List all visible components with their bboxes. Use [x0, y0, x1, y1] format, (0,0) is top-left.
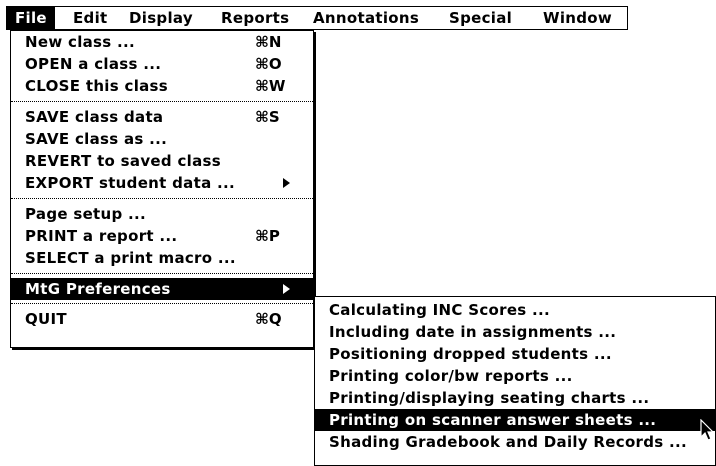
submenu-item-printing-color-bw[interactable]: Printing color/bw reports ...	[315, 365, 715, 387]
menu-item-label: Printing on scanner answer sheets ...	[329, 411, 657, 429]
menu-item-label: OPEN a class ...	[25, 55, 162, 73]
menu-item-print-report[interactable]: PRINT a report ... ⌘P	[11, 225, 313, 247]
file-menu-dropdown: New class ... ⌘N OPEN a class ... ⌘O CLO…	[10, 30, 314, 348]
submenu-item-seating-charts[interactable]: Printing/displaying seating charts ...	[315, 387, 715, 409]
menu-item-select-print-macro[interactable]: SELECT a print macro ...	[11, 247, 313, 269]
submenu-item-scanner-answer-sheets[interactable]: Printing on scanner answer sheets ...	[315, 409, 715, 431]
menu-item-label: SAVE class as ...	[25, 130, 168, 148]
menu-item-label: CLOSE this class	[25, 77, 169, 95]
shortcut: ⌘W	[255, 77, 286, 95]
menu-item-open-class[interactable]: OPEN a class ... ⌘O	[11, 53, 313, 75]
submenu-item-shading-gradebook[interactable]: Shading Gradebook and Daily Records ...	[315, 431, 715, 453]
menu-item-label: New class ...	[25, 33, 136, 51]
menu-file[interactable]: File	[7, 7, 55, 29]
menu-bar: File Edit Display Reports Annotations Sp…	[6, 6, 628, 30]
menu-display[interactable]: Display	[121, 7, 201, 29]
menu-special[interactable]: Special	[441, 7, 520, 29]
menu-item-mtg-preferences[interactable]: MtG Preferences	[11, 278, 313, 300]
mouse-pointer-icon	[700, 419, 715, 441]
menu-item-quit[interactable]: QUIT ⌘Q	[11, 308, 313, 330]
preferences-submenu: Calculating INC Scores ... Including dat…	[314, 296, 716, 466]
menu-reports[interactable]: Reports	[213, 7, 297, 29]
menu-item-export-student-data[interactable]: EXPORT student data ...	[11, 172, 313, 194]
shortcut: ⌘N	[255, 33, 282, 51]
menu-separator	[11, 273, 313, 274]
menu-item-label: Page setup ...	[25, 205, 147, 223]
menu-item-label: Positioning dropped students ...	[329, 345, 612, 363]
submenu-item-positioning-dropped[interactable]: Positioning dropped students ...	[315, 343, 715, 365]
menu-item-new-class[interactable]: New class ... ⌘N	[11, 31, 313, 53]
menu-item-label: EXPORT student data ...	[25, 174, 236, 192]
menu-separator	[11, 101, 313, 102]
shortcut: ⌘Q	[255, 310, 282, 328]
menu-separator	[11, 198, 313, 199]
menu-item-label: SELECT a print macro ...	[25, 249, 236, 267]
menu-annotations[interactable]: Annotations	[305, 7, 427, 29]
menu-item-revert[interactable]: REVERT to saved class	[11, 150, 313, 172]
menu-item-label: Printing/displaying seating charts ...	[329, 389, 650, 407]
menu-item-label: Printing color/bw reports ...	[329, 367, 573, 385]
menu-item-label: Including date in assignments ...	[329, 323, 617, 341]
menu-item-label: MtG Preferences	[25, 280, 171, 298]
submenu-arrow-icon	[283, 284, 290, 294]
menu-edit[interactable]: Edit	[65, 7, 116, 29]
submenu-arrow-icon	[283, 178, 290, 188]
menu-item-label: QUIT	[25, 310, 67, 328]
shortcut: ⌘S	[255, 108, 280, 126]
menu-item-label: SAVE class data	[25, 108, 164, 126]
menu-item-save-class-data[interactable]: SAVE class data ⌘S	[11, 106, 313, 128]
menu-item-label: Calculating INC Scores ...	[329, 301, 551, 319]
shortcut: ⌘O	[255, 55, 282, 73]
menu-item-label: REVERT to saved class	[25, 152, 221, 170]
submenu-item-calculating-inc-scores[interactable]: Calculating INC Scores ...	[315, 299, 715, 321]
menu-item-save-class-as[interactable]: SAVE class as ...	[11, 128, 313, 150]
menu-item-close-class[interactable]: CLOSE this class ⌘W	[11, 75, 313, 97]
menu-window[interactable]: Window	[535, 7, 620, 29]
menu-separator	[11, 303, 313, 304]
menu-item-page-setup[interactable]: Page setup ...	[11, 203, 313, 225]
menu-item-label: PRINT a report ...	[25, 227, 178, 245]
shortcut: ⌘P	[255, 227, 280, 245]
menu-item-label: Shading Gradebook and Daily Records ...	[329, 433, 688, 451]
submenu-item-including-date[interactable]: Including date in assignments ...	[315, 321, 715, 343]
